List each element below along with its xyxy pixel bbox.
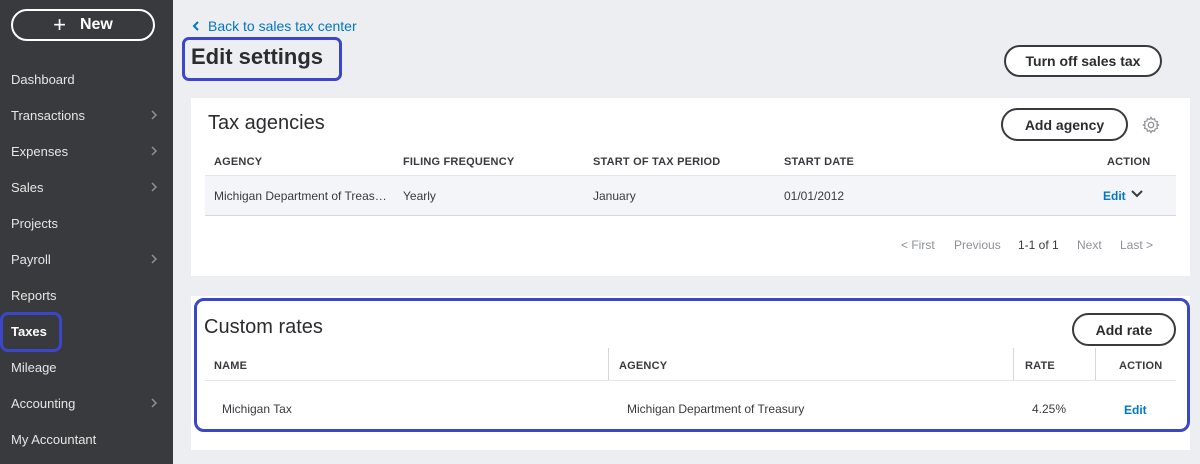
sidebar-item-sales[interactable]: Sales (0, 169, 173, 205)
plus-icon: + (53, 12, 66, 37)
sidebar-item-payroll[interactable]: Payroll (0, 241, 173, 277)
sidebar-item-label: Payroll (11, 251, 51, 267)
column-header-start-date: START DATE (784, 156, 855, 168)
sidebar-item-label: Accounting (11, 395, 76, 411)
sidebar-item-transactions[interactable]: Transactions (0, 97, 173, 133)
custom-rates-highlight-box (194, 298, 1190, 432)
chevron-right-icon (151, 146, 158, 156)
pager-range: 1-1 of 1 (1018, 238, 1059, 252)
tax-agencies-title: Tax agencies (208, 112, 325, 134)
sidebar-item-reports[interactable]: Reports (0, 277, 173, 313)
chevron-down-icon[interactable] (1130, 189, 1144, 199)
back-link-label: Back to sales tax center (208, 18, 357, 34)
sidebar-item-label: Transactions (11, 107, 85, 123)
add-agency-label: Add agency (1024, 116, 1105, 133)
taxes-highlight-box (0, 312, 62, 352)
column-header-agency: AGENCY (214, 156, 263, 168)
pager-first[interactable]: < First (901, 238, 935, 252)
sidebar-item-mileage[interactable]: Mileage (0, 349, 173, 385)
gear-icon[interactable] (1142, 116, 1160, 134)
sidebar-item-label: Projects (11, 215, 58, 231)
pager-previous[interactable]: Previous (954, 238, 1001, 252)
back-link[interactable]: Back to sales tax center (192, 18, 357, 34)
new-button[interactable]: + New (11, 9, 155, 41)
sidebar-item-my-accountant[interactable]: My Accountant (0, 421, 173, 457)
pager-last[interactable]: Last > (1120, 238, 1153, 252)
new-button-label: New (79, 16, 113, 33)
column-header-start-of-tax-period: START OF TAX PERIOD (593, 156, 721, 168)
chevron-left-icon (192, 21, 199, 31)
table-row[interactable]: Michigan Department of Treas… Yearly Jan… (205, 175, 1176, 216)
agency-cell: Michigan Department of Treas… (214, 189, 387, 203)
chevron-right-icon (151, 110, 158, 120)
edit-agency-link[interactable]: Edit (1103, 189, 1126, 203)
sidebar-item-label: Expenses (11, 143, 69, 159)
start-of-tax-period-cell: January (593, 189, 636, 203)
title-highlight-box (182, 37, 342, 81)
sidebar-item-label: Sales (11, 179, 44, 195)
sidebar: + New Dashboard Transactions Expenses Sa… (0, 0, 173, 464)
turn-off-sales-tax-label: Turn off sales tax (1025, 53, 1141, 69)
add-agency-button[interactable]: Add agency (1001, 108, 1128, 141)
sidebar-item-accounting[interactable]: Accounting (0, 385, 173, 421)
column-header-action: ACTION (1107, 156, 1151, 168)
sidebar-item-expenses[interactable]: Expenses (0, 133, 173, 169)
sidebar-item-projects[interactable]: Projects (0, 205, 173, 241)
sidebar-item-label: Dashboard (11, 71, 75, 87)
turn-off-sales-tax-button[interactable]: Turn off sales tax (1004, 45, 1162, 77)
sidebar-item-label: Mileage (11, 359, 57, 375)
chevron-right-icon (151, 254, 158, 264)
sidebar-item-label: Reports (11, 287, 57, 303)
filing-frequency-cell: Yearly (403, 189, 436, 203)
sidebar-item-label: My Accountant (11, 431, 97, 447)
sidebar-item-dashboard[interactable]: Dashboard (0, 61, 173, 97)
start-date-cell: 01/01/2012 (784, 189, 845, 203)
pager-next[interactable]: Next (1077, 238, 1102, 252)
chevron-right-icon (151, 182, 158, 192)
column-header-filing-frequency: FILING FREQUENCY (403, 156, 515, 168)
chevron-right-icon (151, 398, 158, 408)
